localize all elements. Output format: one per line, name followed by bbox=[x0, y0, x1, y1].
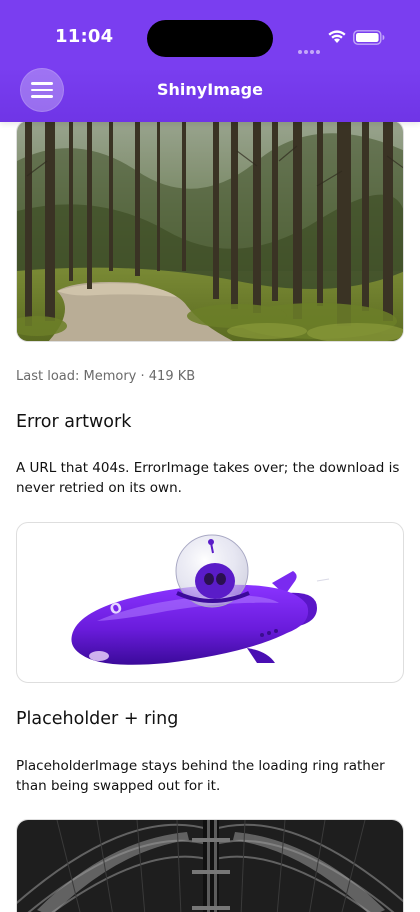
placeholder-image bbox=[16, 819, 404, 912]
content-scroll[interactable]: Last load: Memory · 419 KB Error artwork… bbox=[0, 122, 420, 912]
dynamic-island bbox=[147, 20, 273, 57]
cellular-signal-icon bbox=[298, 39, 322, 54]
section-title-placeholder-ring: Placeholder + ring bbox=[16, 709, 179, 729]
wifi-icon bbox=[328, 30, 346, 43]
station-roof-photo bbox=[17, 820, 403, 912]
load-status-text: Last load: Memory · 419 KB bbox=[16, 369, 196, 384]
forest-path-photo bbox=[17, 122, 403, 341]
app-header: 11:04 ShinyImage bbox=[0, 0, 420, 122]
battery-icon bbox=[353, 30, 385, 45]
section-description-placeholder-ring: PlaceholderImage stays behind the loadin… bbox=[16, 758, 385, 794]
status-time: 11:04 bbox=[55, 26, 114, 47]
section-description-error-artwork: A URL that 404s. ErrorImage takes over; … bbox=[16, 460, 400, 496]
forest-image bbox=[16, 122, 404, 342]
purple-spaceship-illustration: O bbox=[71, 534, 330, 665]
error-image: O bbox=[16, 522, 404, 683]
section-title-error-artwork: Error artwork bbox=[16, 412, 132, 432]
page-title: ShinyImage bbox=[157, 80, 263, 99]
